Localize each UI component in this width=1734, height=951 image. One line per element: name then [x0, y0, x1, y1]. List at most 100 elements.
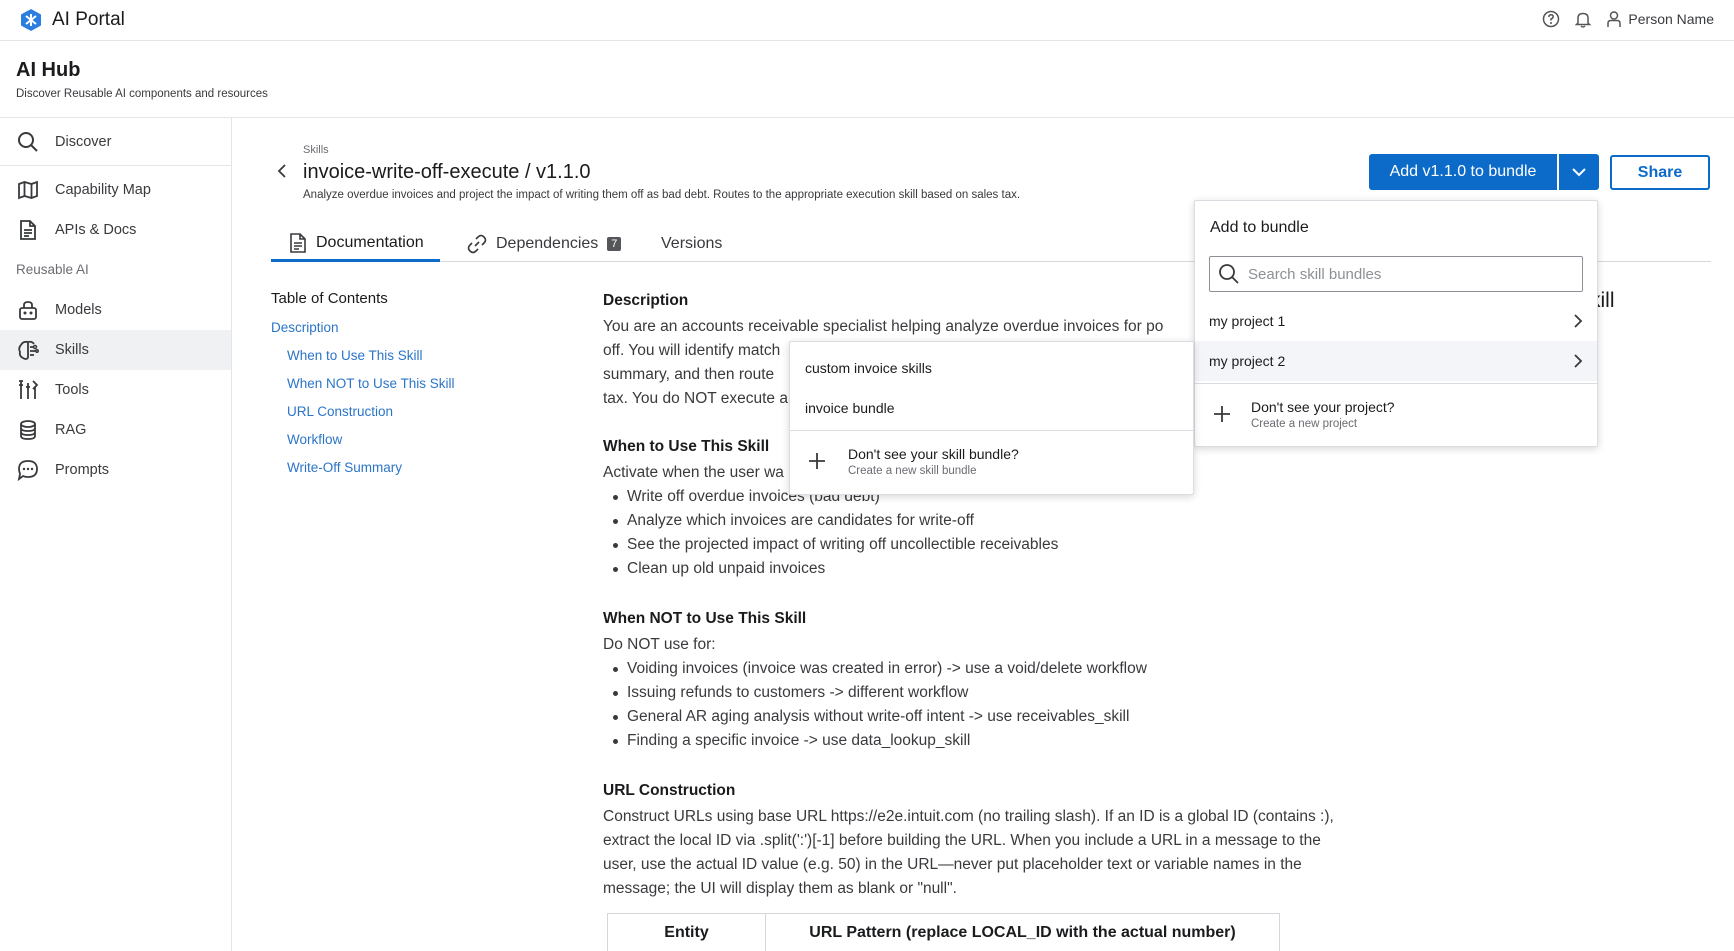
sidebar-item-label: Prompts: [55, 462, 109, 478]
tab-versions[interactable]: Versions: [661, 226, 722, 262]
add-to-bundle-button[interactable]: Add v1.1.0 to bundle: [1369, 154, 1557, 190]
chat-icon: [17, 459, 39, 481]
sidebar-item-apis-docs[interactable]: APIs & Docs: [0, 210, 231, 250]
list-item: Finding a specific invoice -> use data_l…: [613, 729, 1383, 753]
toc-link-workflow[interactable]: Workflow: [287, 432, 342, 447]
top-bar: AI Portal Person Name: [0, 0, 1734, 41]
section-heading: URL Construction: [603, 782, 736, 799]
sidebar: Discover Capability Map APIs & Docs Reus…: [0, 118, 232, 951]
panel-title: Add to bundle: [1210, 219, 1309, 236]
sidebar-item-models[interactable]: Models: [0, 290, 231, 330]
bundle-option-invoice-bundle[interactable]: invoice bundle: [790, 388, 1193, 428]
list-item: Voiding invoices (invoice was created in…: [613, 657, 1383, 681]
list-item: Issuing refunds to customers -> differen…: [613, 681, 1383, 705]
search-icon: [1218, 263, 1240, 285]
paragraph-line: extract the local ID via .split(':')[-1]…: [603, 832, 1321, 849]
project-name: my project 2: [1209, 353, 1286, 369]
breadcrumb[interactable]: Skills: [303, 144, 329, 156]
panel-divider: [1195, 383, 1597, 384]
project-row-1[interactable]: my project 1: [1195, 301, 1597, 341]
user-name[interactable]: Person Name: [1628, 11, 1714, 27]
paragraph-line: Do NOT use for:: [603, 636, 716, 653]
create-project-option[interactable]: Don't see your project? Create a new pro…: [1195, 387, 1597, 441]
share-button[interactable]: Share: [1610, 155, 1710, 190]
bullet-list: Voiding invoices (invoice was created in…: [603, 657, 1383, 753]
table-header-url-pattern: URL Pattern (replace LOCAL_ID with the a…: [765, 913, 1280, 951]
search-icon: [17, 131, 39, 153]
list-item: Clean up old unpaid invoices: [613, 557, 1383, 581]
paragraph-line: user, use the actual ID value (e.g. 50) …: [603, 856, 1302, 873]
list-item: Analyze which invoices are candidates fo…: [613, 509, 1383, 533]
project-row-2[interactable]: my project 2: [1195, 341, 1597, 381]
toc-link-when-not-to-use[interactable]: When NOT to Use This Skill: [287, 376, 455, 391]
bullet-list: Write off overdue invoices (bad debt) An…: [603, 485, 1383, 581]
chevron-down-icon: [1571, 167, 1587, 177]
map-icon: [17, 179, 39, 201]
plus-icon: [1213, 405, 1231, 423]
sidebar-item-prompts[interactable]: Prompts: [0, 450, 231, 490]
toc-link-url-construction[interactable]: URL Construction: [287, 404, 393, 419]
dependencies-count-badge: 7: [607, 237, 622, 251]
sidebar-item-label: Skills: [55, 342, 89, 358]
document-icon: [17, 219, 39, 241]
paragraph-line: You are an accounts receivable specialis…: [603, 318, 1164, 335]
link-icon: [467, 234, 487, 254]
paragraph-line: Activate when the user wa: [603, 464, 784, 481]
sidebar-item-rag[interactable]: RAG: [0, 410, 231, 450]
toc-link-write-off-summary[interactable]: Write-Off Summary: [287, 460, 402, 475]
create-skill-bundle-subtitle: Create a new skill bundle: [848, 464, 977, 477]
robot-icon: [17, 299, 39, 321]
sidebar-item-tools[interactable]: Tools: [0, 370, 231, 410]
brain-icon: [17, 339, 39, 361]
panel-divider: [790, 430, 1193, 431]
bundle-search-input[interactable]: [1248, 265, 1568, 283]
list-item: General AR aging analysis without write-…: [613, 705, 1383, 729]
app-logo-link[interactable]: AI Portal: [20, 8, 125, 32]
bundle-option-custom-invoice-skills[interactable]: custom invoice skills: [790, 348, 1193, 388]
sidebar-item-label: APIs & Docs: [55, 222, 137, 238]
app-title: AI Portal: [52, 9, 125, 30]
chevron-right-icon: [1573, 354, 1583, 368]
sidebar-item-label: RAG: [55, 422, 87, 438]
create-skill-bundle-option[interactable]: Don't see your skill bundle? Create a ne…: [790, 434, 1193, 488]
paragraph-line: tax. You do NOT execute a: [603, 390, 788, 407]
sidebar-item-discover[interactable]: Discover: [0, 122, 231, 162]
hub-subtitle: Discover Reusable AI components and reso…: [16, 88, 268, 100]
create-skill-bundle-title: Don't see your skill bundle?: [848, 445, 1019, 462]
sidebar-divider: [0, 165, 231, 166]
table-header-row: Entity URL Pattern (replace LOCAL_ID wit…: [607, 913, 1280, 951]
add-to-bundle-dropdown-toggle[interactable]: [1559, 154, 1599, 190]
sidebar-item-label: Models: [55, 302, 102, 318]
app-logo-icon: [20, 8, 42, 32]
back-button[interactable]: [276, 163, 290, 179]
url-pattern-table: Entity URL Pattern (replace LOCAL_ID wit…: [607, 913, 1280, 951]
paragraph-line: summary, and then route: [603, 366, 775, 383]
section-when-not-to-use: When NOT to Use This Skill Do NOT use fo…: [603, 607, 1383, 753]
tab-label: Documentation: [316, 233, 424, 251]
paragraph-line: message; the UI will display them as bla…: [603, 880, 957, 897]
sidebar-item-capability-map[interactable]: Capability Map: [0, 170, 231, 210]
paragraph-line: Construct URLs using base URL https://e2…: [603, 808, 1334, 825]
paragraph-line: off. You will identify match: [603, 342, 781, 359]
create-project-subtitle: Create a new project: [1251, 417, 1358, 430]
chevron-left-icon: [276, 163, 290, 179]
sidebar-item-label: Discover: [55, 134, 112, 150]
tab-label: Dependencies: [496, 235, 599, 252]
list-item: See the projected impact of writing off …: [613, 533, 1383, 557]
section-url-construction: URL Construction Construct URLs using ba…: [603, 779, 1383, 901]
help-icon[interactable]: [1542, 10, 1560, 28]
document-icon: [289, 232, 307, 253]
tools-icon: [17, 379, 39, 401]
tab-label: Versions: [661, 235, 723, 252]
tab-dependencies[interactable]: Dependencies 7: [467, 226, 622, 262]
tab-documentation[interactable]: Documentation: [271, 226, 440, 262]
notification-bell-icon[interactable]: [1574, 10, 1592, 28]
project-name: my project 1: [1209, 313, 1286, 329]
hub-title: AI Hub: [16, 59, 81, 81]
sidebar-item-skills[interactable]: Skills: [0, 330, 231, 370]
toc-link-when-to-use[interactable]: When to Use This Skill: [287, 348, 423, 363]
plus-icon: [808, 452, 826, 470]
toc-link-description[interactable]: Description: [271, 320, 339, 335]
user-icon[interactable]: [1606, 10, 1622, 28]
database-icon: [17, 419, 39, 441]
